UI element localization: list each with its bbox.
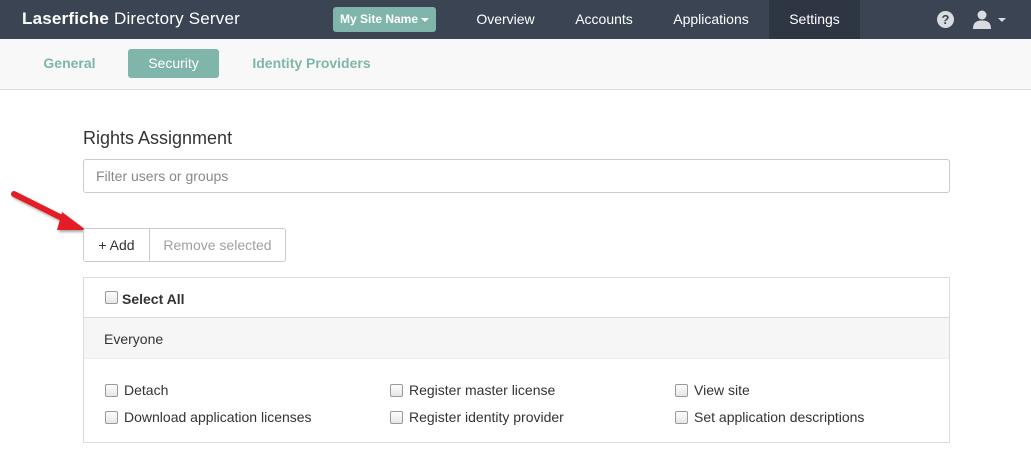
nav-settings[interactable]: Settings: [769, 0, 860, 39]
app-brand[interactable]: Laserfiche Directory Server: [22, 9, 240, 29]
remove-selected-button[interactable]: Remove selected: [150, 228, 286, 262]
group-name: Everyone: [104, 331, 164, 347]
view-site-checkbox[interactable]: [675, 384, 688, 397]
red-arrow-annotation: [11, 191, 86, 230]
right-label: Detach: [124, 382, 169, 398]
right-label: Register master license: [409, 382, 556, 398]
help-icon[interactable]: ?: [937, 11, 954, 28]
add-button[interactable]: + Add: [83, 228, 150, 262]
nav-overview[interactable]: Overview: [458, 0, 553, 39]
page-title: Rights Assignment: [83, 128, 233, 148]
nav-applications[interactable]: Applications: [655, 0, 767, 39]
rights-panel: Select All Everyone Detach Register mast…: [83, 277, 950, 443]
tab-identity-providers[interactable]: Identity Providers: [240, 49, 383, 78]
site-selector-button[interactable]: My Site Name: [333, 7, 437, 32]
register-master-license-checkbox[interactable]: [390, 384, 403, 397]
select-all-checkbox[interactable]: [105, 291, 118, 304]
tab-general[interactable]: General: [30, 49, 109, 78]
panel-header: Select All: [84, 278, 949, 318]
top-navbar: Laserfiche Directory Server My Site Name…: [0, 0, 1031, 39]
right-label: View site: [694, 382, 750, 398]
user-icon[interactable]: [972, 10, 1008, 30]
detach-checkbox[interactable]: [105, 384, 118, 397]
tab-security[interactable]: Security: [128, 49, 219, 78]
filter-users-input[interactable]: [83, 159, 950, 193]
chevron-down-icon: [421, 17, 430, 22]
select-all-label: Select All: [122, 291, 185, 307]
set-application-descriptions-checkbox[interactable]: [675, 411, 688, 424]
download-application-licenses-checkbox[interactable]: [105, 411, 118, 424]
right-label: Register identity provider: [409, 409, 564, 425]
settings-subnav: General Security Identity Providers: [0, 39, 1031, 90]
group-row[interactable]: Everyone: [84, 318, 949, 359]
right-label: Download application licenses: [124, 409, 312, 425]
nav-accounts[interactable]: Accounts: [559, 0, 649, 39]
register-identity-provider-checkbox[interactable]: [390, 411, 403, 424]
right-label: Set application descriptions: [694, 409, 865, 425]
